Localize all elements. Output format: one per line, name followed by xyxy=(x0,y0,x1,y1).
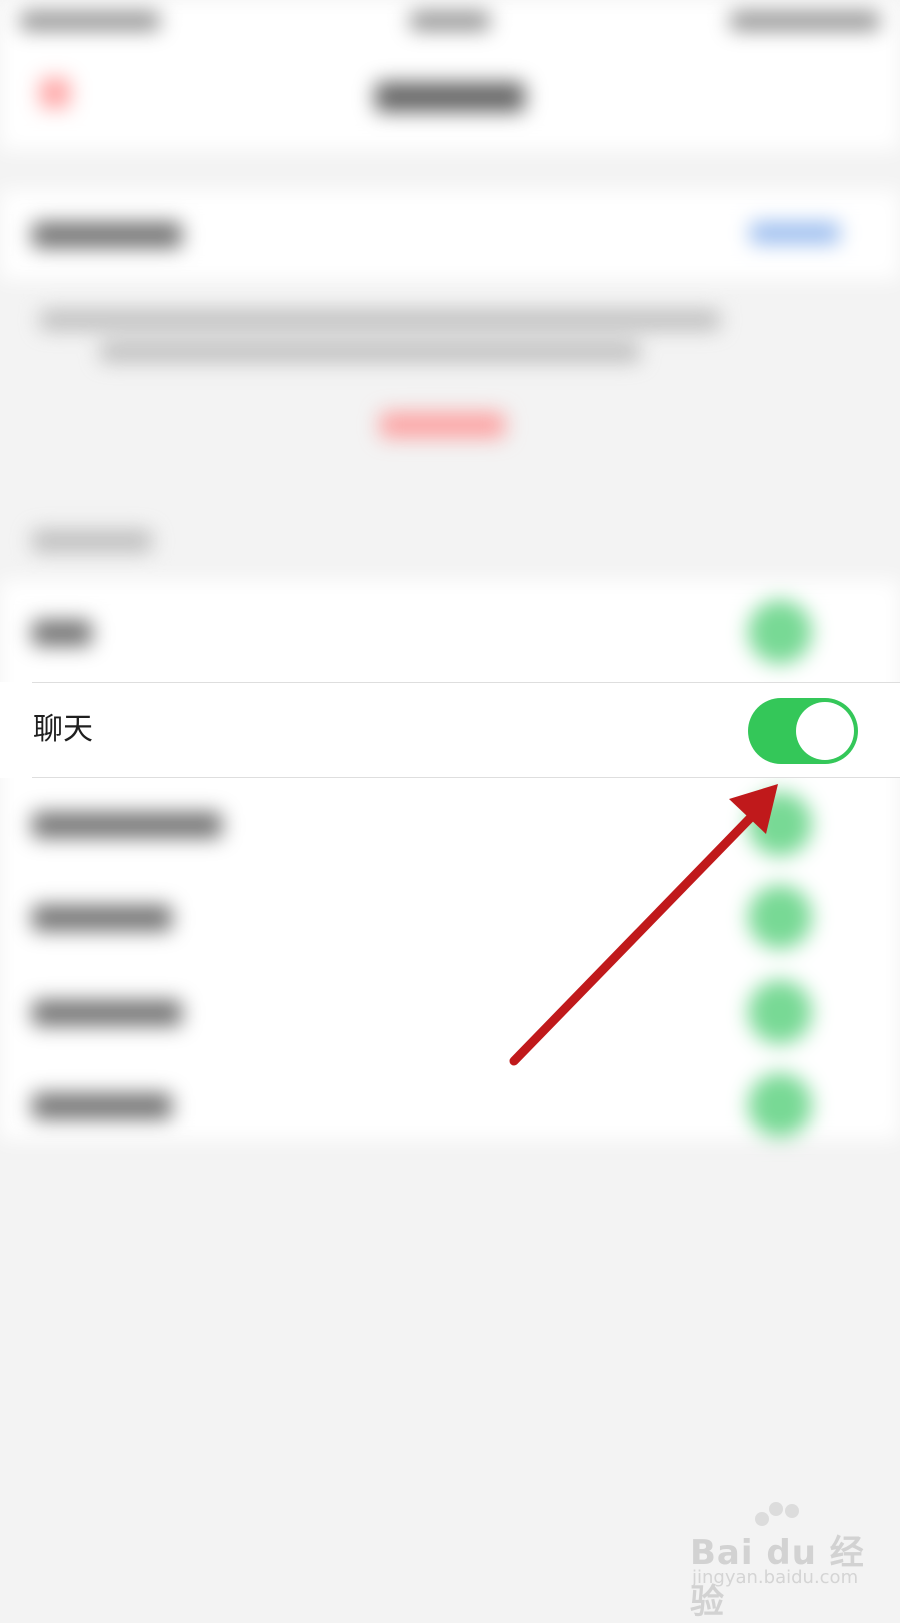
nav-title xyxy=(375,82,525,112)
list-item-6-label xyxy=(32,1093,172,1119)
list-item-1-toggle[interactable] xyxy=(748,600,812,664)
list-item-5-label xyxy=(32,1000,182,1026)
toggle-knob xyxy=(796,702,854,760)
settings-list xyxy=(0,580,900,1140)
group-title xyxy=(32,530,152,552)
list-item-3-label xyxy=(32,812,222,838)
baidu-watermark: Bai du 经验 jingyan.baidu.com xyxy=(690,1502,890,1622)
list-item-1-label xyxy=(32,620,92,646)
status-bar-left xyxy=(20,12,160,30)
list-item-6-toggle[interactable] xyxy=(748,1073,812,1137)
list-item-4-toggle[interactable] xyxy=(748,885,812,949)
row-divider-top xyxy=(32,682,900,683)
status-bar-center xyxy=(410,12,490,30)
section-header-text xyxy=(32,222,182,248)
status-bar-right xyxy=(730,12,880,30)
chat-toggle-switch[interactable] xyxy=(748,698,858,764)
description-line-1 xyxy=(40,310,720,330)
list-item-5-toggle[interactable] xyxy=(748,980,812,1044)
blurred-background xyxy=(0,0,900,1600)
description-link[interactable] xyxy=(380,412,505,438)
watermark-url: jingyan.baidu.com xyxy=(692,1567,859,1588)
list-item-3-toggle[interactable] xyxy=(748,792,812,856)
chat-setting-row[interactable]: 聊天 xyxy=(0,682,900,778)
row-divider-bottom xyxy=(32,777,900,778)
list-item-4-label xyxy=(32,905,172,931)
section-header-link[interactable] xyxy=(750,222,840,244)
chat-label: 聊天 xyxy=(33,712,93,747)
description-line-2 xyxy=(100,342,640,362)
back-icon[interactable] xyxy=(40,78,70,108)
